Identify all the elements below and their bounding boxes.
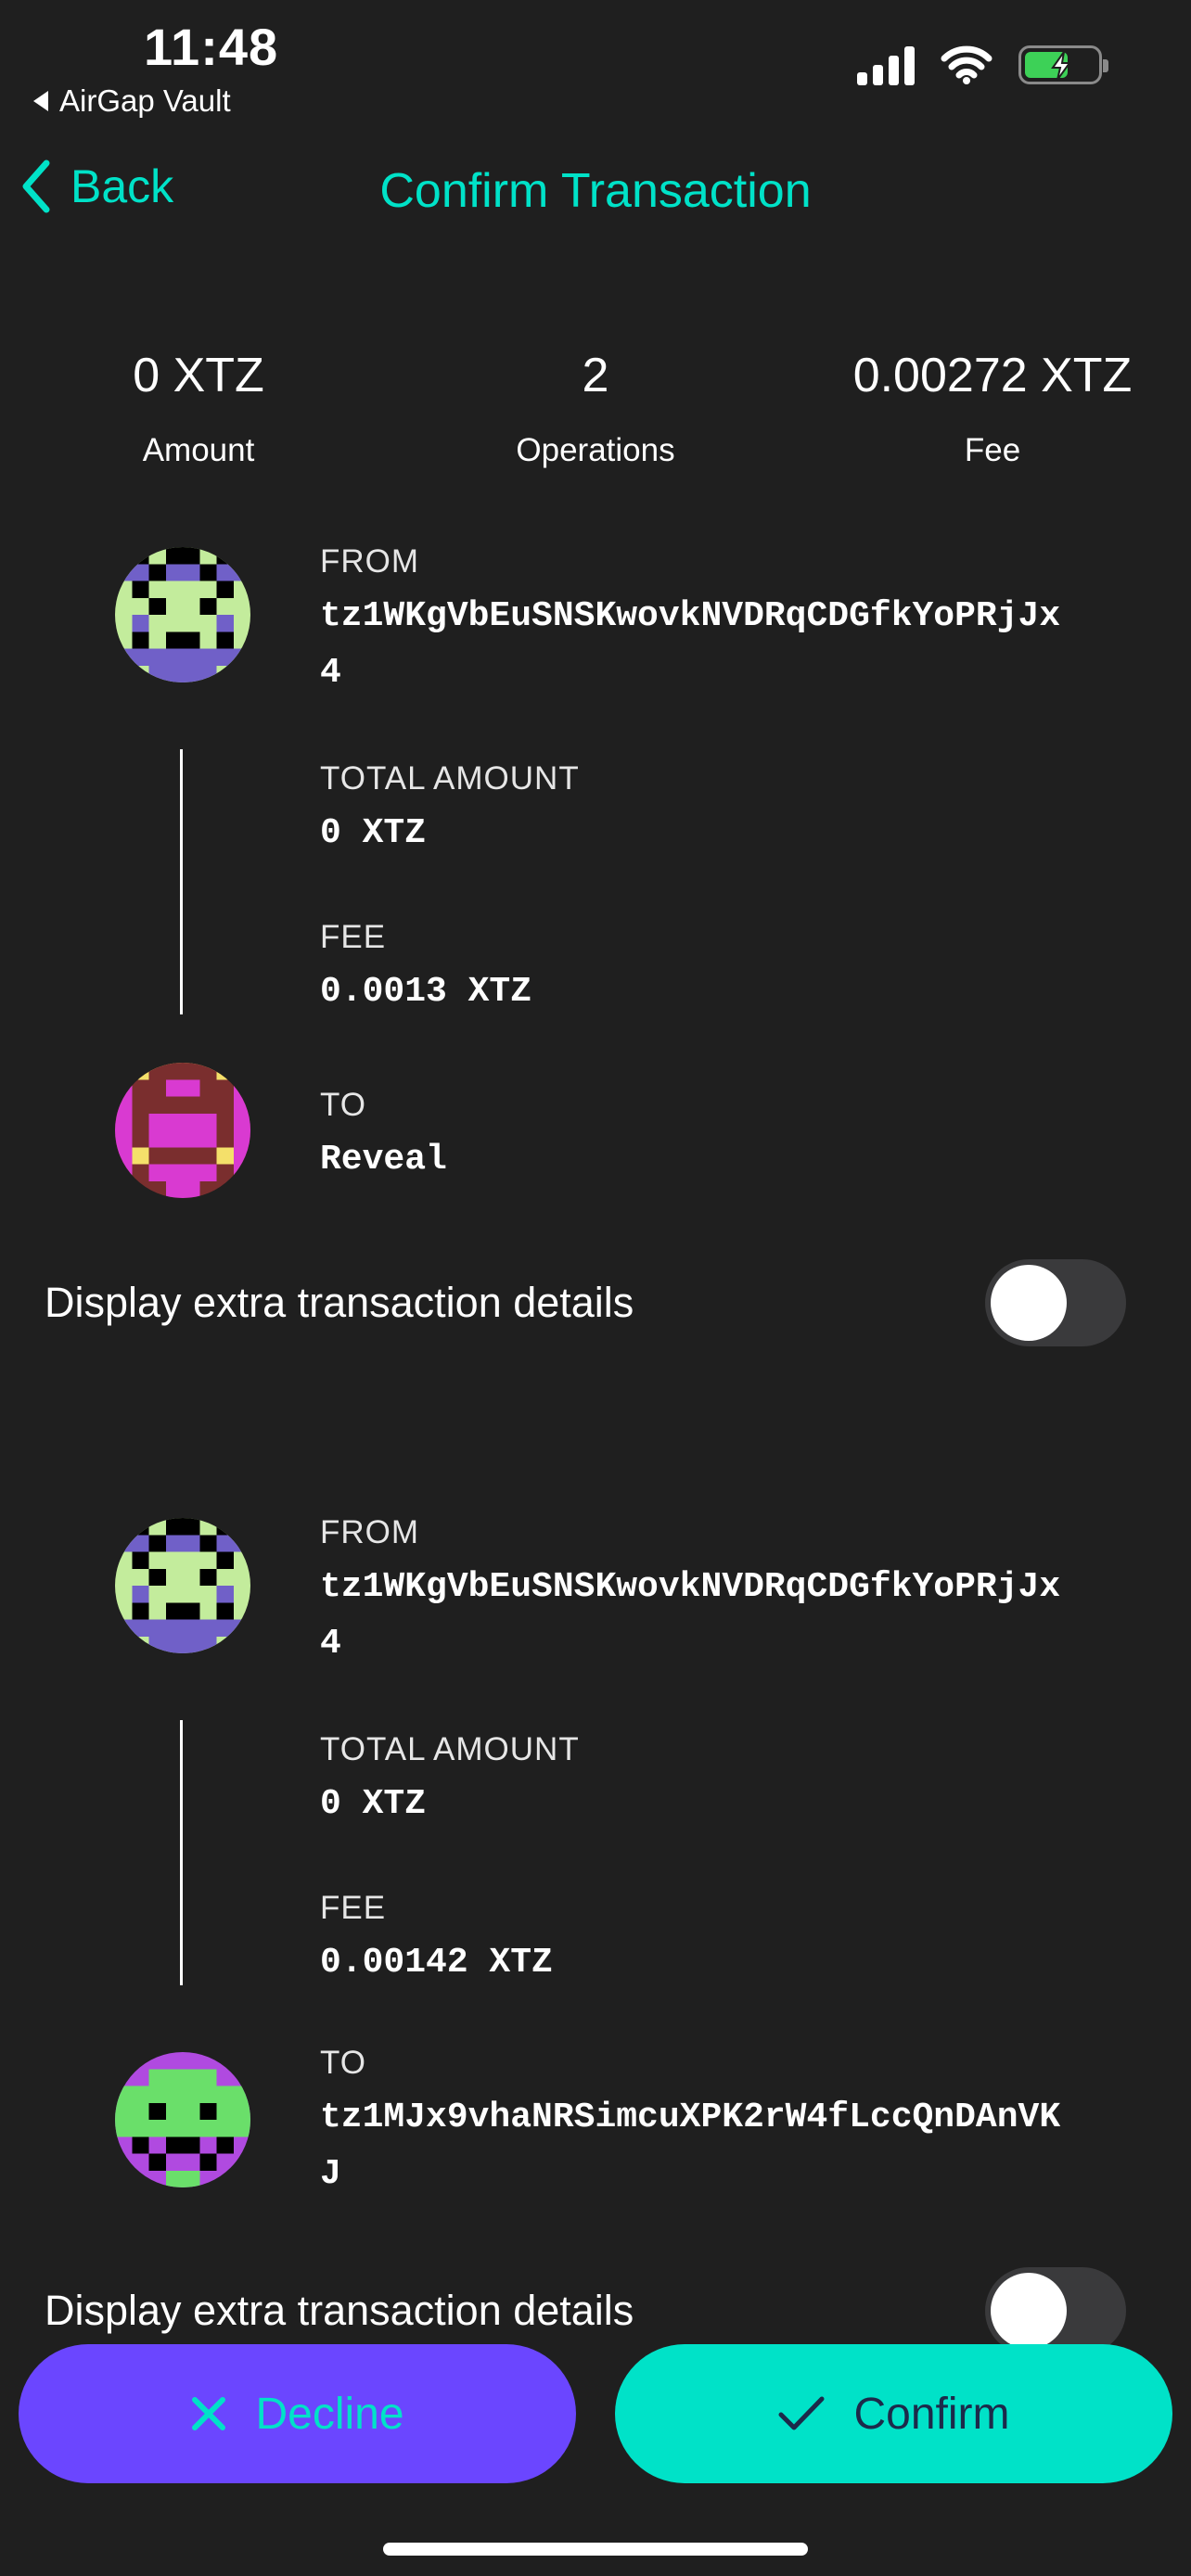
summary-operations-label: Operations [516, 432, 675, 468]
from-address[interactable]: tz1WKgVbEuSNSKwovkNVDRqCDGfkYoPRjJx 4 [320, 1559, 1154, 1672]
action-bar: Decline Confirm [19, 2344, 1172, 2483]
wifi-icon [941, 45, 992, 84]
status-icons [857, 45, 1108, 85]
fee-value: 0.0013 XTZ [320, 972, 532, 1012]
from-label: FROM [320, 543, 420, 580]
to-label: TO [320, 1087, 366, 1123]
total-amount-field: TOTAL AMOUNT 0 XTZ [320, 760, 1154, 861]
extra-details-label: Display extra transaction details [45, 1279, 634, 1326]
decline-button[interactable]: Decline [19, 2344, 576, 2483]
to-field: TO tz1MJx9vhaNRSimcuXPK2rW4fLccQnDAnVK J [320, 2045, 1154, 2202]
extra-details-toggle[interactable] [985, 1259, 1126, 1346]
return-app-label: AirGap Vault [59, 83, 231, 118]
screen: 11:48 AirGap Vault Back Confirm Transact… [0, 0, 1191, 2576]
to-identicon-avatar [115, 2052, 250, 2187]
back-triangle-icon [33, 91, 48, 111]
summary-amount-value: 0 XTZ [133, 349, 264, 402]
cellular-signal-icon [857, 45, 915, 85]
summary-fee: 0.00272 XTZ Fee [794, 343, 1191, 469]
from-address[interactable]: tz1WKgVbEuSNSKwovkNVDRqCDGfkYoPRjJx 4 [320, 588, 1154, 701]
close-icon [192, 2397, 226, 2430]
fee-value: 0.00142 XTZ [320, 1943, 553, 1983]
total-amount-value: 0 XTZ [320, 1784, 427, 1824]
summary-operations-value: 2 [582, 349, 609, 402]
total-amount-label: TOTAL AMOUNT [320, 760, 580, 797]
connector-line [180, 1720, 183, 1985]
from-field: FROM tz1WKgVbEuSNSKwovkNVDRqCDGfkYoPRjJx… [320, 543, 1154, 701]
to-address-line1: tz1MJx9vhaNRSimcuXPK2rW4fLccQnDAnVK [320, 2098, 1061, 2137]
extra-details-toggle[interactable] [985, 2267, 1126, 2354]
checkmark-icon [778, 2396, 825, 2430]
from-address-line1: tz1WKgVbEuSNSKwovkNVDRqCDGfkYoPRjJx [320, 596, 1061, 636]
total-amount-field: TOTAL AMOUNT 0 XTZ [320, 1731, 1154, 1832]
toggle-knob [991, 1265, 1067, 1341]
to-field: TO Reveal [320, 1087, 1154, 1188]
transaction-summary: 0 XTZ Amount 2 Operations 0.00272 XTZ Fe… [0, 343, 1191, 469]
connector-line [180, 749, 183, 1014]
confirm-label: Confirm [853, 2389, 1010, 2439]
summary-amount: 0 XTZ Amount [0, 343, 397, 469]
extra-details-row: Display extra transaction details [45, 1259, 1154, 1346]
summary-fee-label: Fee [964, 432, 1021, 468]
return-to-app-link[interactable]: AirGap Vault [33, 83, 231, 119]
to-identicon-avatar [115, 1063, 250, 1198]
from-address-line2: 4 [320, 1624, 341, 1664]
summary-operations: 2 Operations [397, 343, 794, 469]
extra-details-label: Display extra transaction details [45, 2287, 634, 2334]
summary-fee-value: 0.00272 XTZ [852, 349, 1133, 402]
fee-label: FEE [320, 1890, 387, 1926]
fee-field: FEE 0.00142 XTZ [320, 1890, 1154, 1991]
summary-amount-label: Amount [142, 432, 255, 468]
page-title: Confirm Transaction [379, 164, 812, 218]
confirm-button[interactable]: Confirm [615, 2344, 1172, 2483]
to-address-line2: J [320, 2154, 341, 2194]
status-time: 11:48 [144, 18, 279, 76]
from-field: FROM tz1WKgVbEuSNSKwovkNVDRqCDGfkYoPRjJx… [320, 1514, 1154, 1672]
toggle-knob [991, 2273, 1067, 2349]
to-value-line1: Reveal [320, 1140, 447, 1180]
to-label: TO [320, 2045, 366, 2081]
fee-field: FEE 0.0013 XTZ [320, 919, 1154, 1020]
fee-label: FEE [320, 919, 387, 955]
battery-charging-icon [1018, 45, 1108, 84]
decline-label: Decline [255, 2389, 404, 2439]
to-address[interactable]: tz1MJx9vhaNRSimcuXPK2rW4fLccQnDAnVK J [320, 2089, 1154, 2202]
from-address-line1: tz1WKgVbEuSNSKwovkNVDRqCDGfkYoPRjJx [320, 1567, 1061, 1607]
extra-details-row: Display extra transaction details [45, 2267, 1154, 2354]
total-amount-value: 0 XTZ [320, 813, 427, 853]
total-amount-label: TOTAL AMOUNT [320, 1731, 580, 1767]
from-label: FROM [320, 1514, 420, 1550]
home-indicator[interactable] [383, 2543, 808, 2556]
from-identicon-avatar [115, 1518, 250, 1653]
from-address-line2: 4 [320, 653, 341, 693]
to-value: Reveal [320, 1131, 1154, 1188]
from-identicon-avatar [115, 547, 250, 682]
